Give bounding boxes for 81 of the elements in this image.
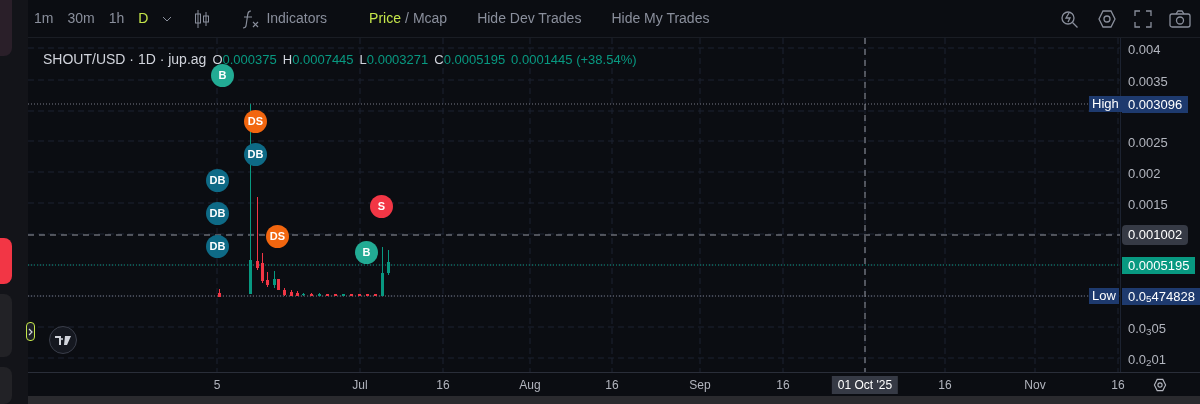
candle xyxy=(387,249,390,276)
chevron-right-icon xyxy=(28,327,33,336)
price-label-badge: High xyxy=(1089,96,1122,112)
trade-marker[interactable]: DB xyxy=(206,235,229,258)
price-tick: 0.002 xyxy=(1128,165,1161,183)
time-tick: 16 xyxy=(435,377,451,394)
timeframe-button[interactable]: 1m xyxy=(34,8,54,29)
candle xyxy=(318,292,321,297)
price-tick: 0.0015 xyxy=(1128,196,1168,214)
price-label-badge: Low xyxy=(1089,288,1119,304)
time-tick: 16 xyxy=(775,377,791,394)
toolbar-button[interactable]: Hide Dev Trades xyxy=(477,8,582,29)
bottom-scrollbar[interactable] xyxy=(28,396,1200,404)
fullscreen-icon[interactable] xyxy=(1134,9,1152,28)
trade-marker[interactable]: DS xyxy=(266,225,289,248)
toolbar-button[interactable]: Hide My Trades xyxy=(611,8,710,29)
expand-toggle[interactable] xyxy=(26,322,35,341)
time-tick: 16 xyxy=(937,377,953,394)
candle xyxy=(266,271,269,288)
price-tick: 0.0035 xyxy=(1128,73,1168,91)
trade-marker[interactable]: DB xyxy=(206,169,229,192)
candle xyxy=(381,246,384,297)
time-tick: Sep xyxy=(688,377,712,394)
time-tick: Aug xyxy=(518,377,542,394)
separator-text: / xyxy=(405,9,409,28)
candle xyxy=(310,292,313,297)
candle xyxy=(302,292,305,297)
time-tick: Nov xyxy=(1023,377,1047,394)
price-badge: 0.0$_{5}$474828 xyxy=(1122,288,1200,305)
trade-marker[interactable]: DB xyxy=(206,202,229,225)
candle xyxy=(374,293,377,297)
ohlc-value: 0.0003271 xyxy=(366,50,429,69)
timeframe-button[interactable]: 1h xyxy=(108,8,125,29)
price-tick: 0.0$_{2}$01 xyxy=(1128,351,1166,370)
candlestick-icon[interactable] xyxy=(194,8,211,29)
candle xyxy=(350,293,353,297)
ohlc-label: L xyxy=(359,50,367,69)
price-badge: 0.003096 xyxy=(1122,96,1189,113)
trade-marker[interactable]: S xyxy=(370,195,393,218)
ohlc-label: C xyxy=(434,50,444,69)
candle xyxy=(334,293,337,297)
time-tick: 01 Oct '25 xyxy=(831,376,899,394)
trade-marker[interactable]: DS xyxy=(244,110,267,133)
mcap-toggle[interactable]: Mcap xyxy=(412,8,448,29)
price-badge: 0.001002 xyxy=(1122,225,1189,245)
candle xyxy=(218,288,221,298)
time-tick: 16 xyxy=(604,377,620,394)
timeframe-button[interactable]: 30m xyxy=(67,8,95,29)
function-icon xyxy=(242,8,261,29)
sidebar-button[interactable] xyxy=(0,237,12,284)
candle xyxy=(366,293,369,297)
time-tick: 5 xyxy=(212,377,222,394)
price-tick: 0.004 xyxy=(1128,41,1161,59)
search-icon[interactable] xyxy=(1060,8,1080,29)
price-tick: 0.0$_{3}$05 xyxy=(1128,320,1166,339)
candle xyxy=(290,289,293,297)
price-change: 0.0001445 (+38.54%) xyxy=(511,50,637,69)
candle xyxy=(283,287,286,297)
settings-icon[interactable] xyxy=(1097,8,1117,29)
timeframe-button[interactable]: D xyxy=(138,8,149,29)
trade-marker[interactable]: DB xyxy=(244,143,267,166)
sidebar-panel xyxy=(0,0,12,56)
settings-icon[interactable] xyxy=(1153,377,1167,392)
logo-icon[interactable] xyxy=(49,326,77,354)
time-tick: Jul xyxy=(351,377,369,394)
price-toggle[interactable]: Price xyxy=(369,8,401,29)
price-tick: 0.0025 xyxy=(1128,134,1168,152)
ohlc-value: 0.0007445 xyxy=(292,50,354,69)
ohlc-label: H xyxy=(282,50,293,69)
chevron-down-icon[interactable] xyxy=(162,15,173,22)
candle xyxy=(342,293,345,297)
candle xyxy=(326,293,329,297)
candle xyxy=(261,252,264,284)
time-tick: 16 xyxy=(1110,377,1126,394)
ohlc-value: 0.0005195 xyxy=(443,50,506,69)
camera-icon[interactable] xyxy=(1169,9,1191,28)
candle xyxy=(296,290,299,297)
symbol-title: SHOUT/USD · 1D · jup.ag xyxy=(43,50,207,69)
indicators-button[interactable]: Indicators xyxy=(266,8,328,29)
price-badge: 0.0005195 xyxy=(1122,257,1196,274)
candle xyxy=(358,293,361,297)
